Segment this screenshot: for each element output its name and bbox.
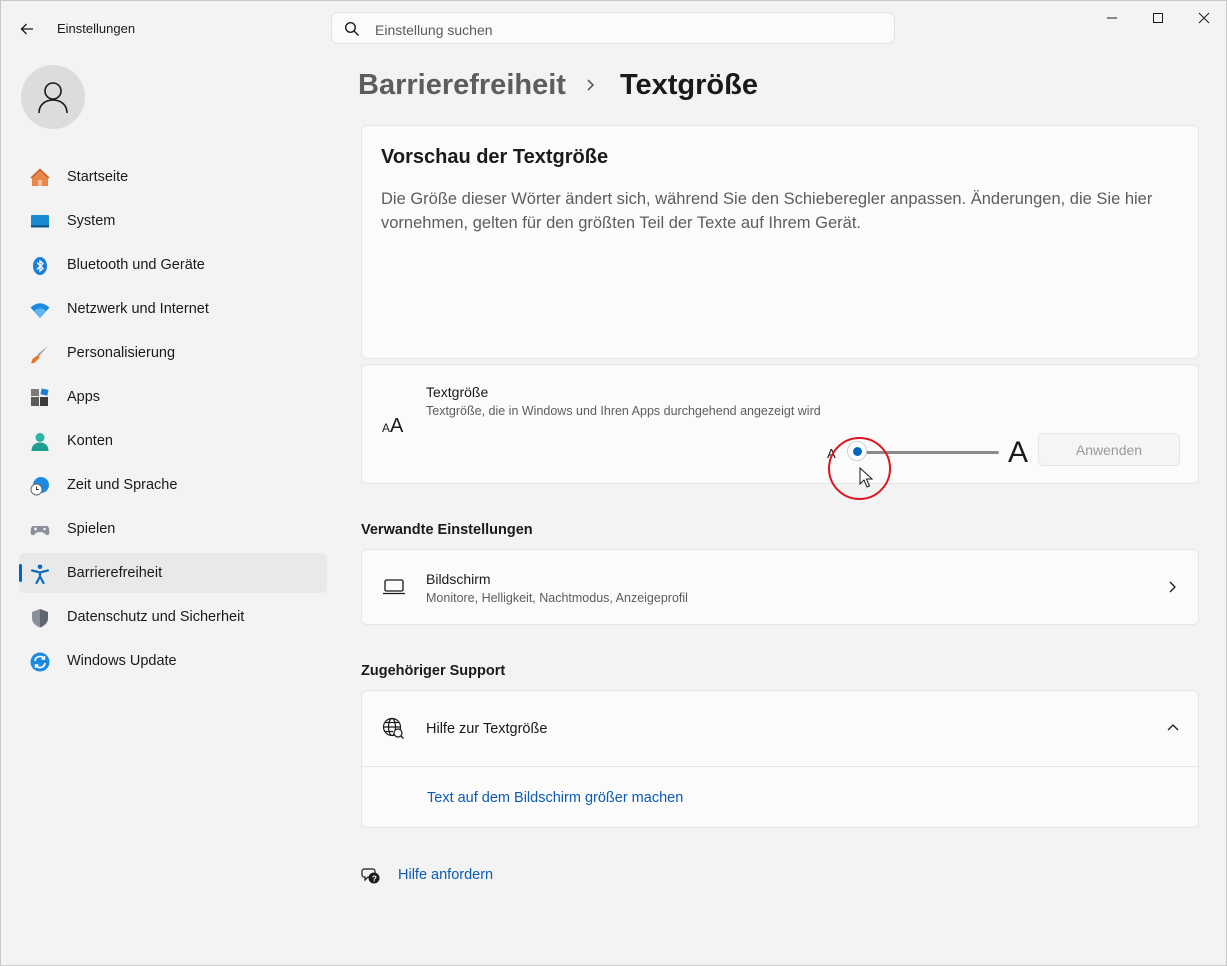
svg-text:A: A [382,421,390,435]
sidebar-item-spielen[interactable]: Spielen [19,509,327,549]
text-size-title: Textgröße [426,384,489,400]
sidebar-item-label: Zeit und Sprache [67,477,178,493]
back-button[interactable] [13,15,41,43]
close-button[interactable] [1181,1,1227,35]
title-bar: Einstellungen Einstellung suchen [1,1,1226,57]
related-settings-heading: Verwandte Einstellungen [361,522,533,538]
user-icon [38,82,68,114]
gamepad-icon [30,526,50,536]
search-placeholder: Einstellung suchen [375,22,493,38]
text-size-icon: A A [382,415,404,436]
display-settings-link[interactable]: Bildschirm Monitore, Helligkeit, Nachtmo… [361,549,1199,625]
mouse-cursor-icon [859,467,873,488]
sidebar-item-label: System [67,213,116,229]
update-icon [30,652,50,672]
support-heading: Zugehöriger Support [361,663,506,679]
sidebar-nav: Startseite System Bluetooth und Geräte N… [19,157,327,685]
chevron-right-icon [1169,581,1176,593]
sidebar-item-personalisierung[interactable]: Personalisierung [19,333,327,373]
sidebar-item-label: Netzwerk und Internet [67,301,209,317]
wifi-icon [30,303,50,318]
apply-button[interactable]: Anwenden [1038,433,1180,466]
breadcrumb: Barrierefreiheit Textgröße [358,65,758,105]
globe-help-icon [382,717,404,739]
sidebar-item-label: Barrierefreiheit [67,565,163,581]
bluetooth-icon [33,257,47,275]
chevron-right-icon [586,78,598,92]
support-expander-header[interactable]: Hilfe zur Textgröße [362,691,1198,767]
sidebar-item-label: Datenschutz und Sicherheit [67,609,245,625]
sidebar-item-label: Konten [67,433,113,449]
text-size-card: A A Textgröße Textgröße, die in Windows … [361,364,1199,484]
sidebar-item-windows-update[interactable]: Windows Update [19,641,327,681]
text-size-description: Textgröße, die in Windows und Ihren Apps… [426,404,821,418]
sidebar-item-startseite[interactable]: Startseite [19,157,327,197]
preview-text: Die Größe dieser Wörter ändert sich, wäh… [381,190,1153,232]
close-icon [1198,12,1210,24]
display-description: Monitore, Helligkeit, Nachtmodus, Anzeig… [426,591,688,605]
sidebar-item-label: Windows Update [67,653,177,669]
home-icon [30,168,50,186]
person-icon [31,433,49,451]
sidebar-item-barrierefreiheit[interactable]: Barrierefreiheit [19,553,327,593]
minimize-icon [1107,17,1117,19]
sidebar-item-apps[interactable]: Apps [19,377,327,417]
support-link[interactable]: Text auf dem Bildschirm größer machen [427,790,683,806]
chevron-up-icon [1167,724,1179,731]
support-card: Hilfe zur Textgröße Text auf dem Bildsch… [361,690,1199,828]
sidebar-item-bluetooth[interactable]: Bluetooth und Geräte [19,245,327,285]
sidebar-item-zeit-sprache[interactable]: Zeit und Sprache [19,465,327,505]
sidebar-item-datenschutz[interactable]: Datenschutz und Sicherheit [19,597,327,637]
breadcrumb-parent[interactable]: Barrierefreiheit [358,69,566,102]
sidebar-item-netzwerk[interactable]: Netzwerk und Internet [19,289,327,329]
sidebar-item-system[interactable]: System [19,201,327,241]
app-title: Einstellungen [57,21,136,36]
page-title: Textgröße [619,68,758,101]
settings-window: Einstellungen Einstellung suchen Startse… [0,0,1227,966]
globe-clock-icon [30,477,49,496]
search-icon [344,21,359,36]
shield-icon [32,609,48,628]
get-help-icon: ? [361,868,380,884]
maximize-button[interactable] [1135,1,1181,35]
brush-icon [31,346,48,364]
svg-text:A: A [390,415,404,436]
laptop-icon [383,579,405,595]
support-title: Hilfe zur Textgröße [426,721,548,737]
text-preview-card: Vorschau der Textgröße Die Größe dieser … [361,125,1199,359]
svg-text:?: ? [372,873,377,883]
preview-title: Vorschau der Textgröße [381,146,609,168]
sidebar-item-konten[interactable]: Konten [19,421,327,461]
sidebar-item-label: Startseite [67,169,129,185]
apps-icon [31,388,49,406]
minimize-button[interactable] [1089,1,1135,35]
slider-max-label: A [1008,436,1029,469]
maximize-icon [1153,13,1163,23]
sidebar-item-label: Bluetooth und Geräte [67,257,205,273]
avatar[interactable] [21,65,85,129]
get-help-link[interactable]: Hilfe anfordern [398,867,493,883]
back-arrow-icon [20,23,33,35]
sidebar-item-label: Apps [67,389,101,405]
search-input[interactable]: Einstellung suchen [331,12,895,44]
display-title: Bildschirm [426,571,491,587]
sidebar-item-label: Spielen [67,521,116,537]
sidebar-item-label: Personalisierung [67,345,176,361]
monitor-icon [31,215,49,228]
accessibility-icon [30,564,50,584]
